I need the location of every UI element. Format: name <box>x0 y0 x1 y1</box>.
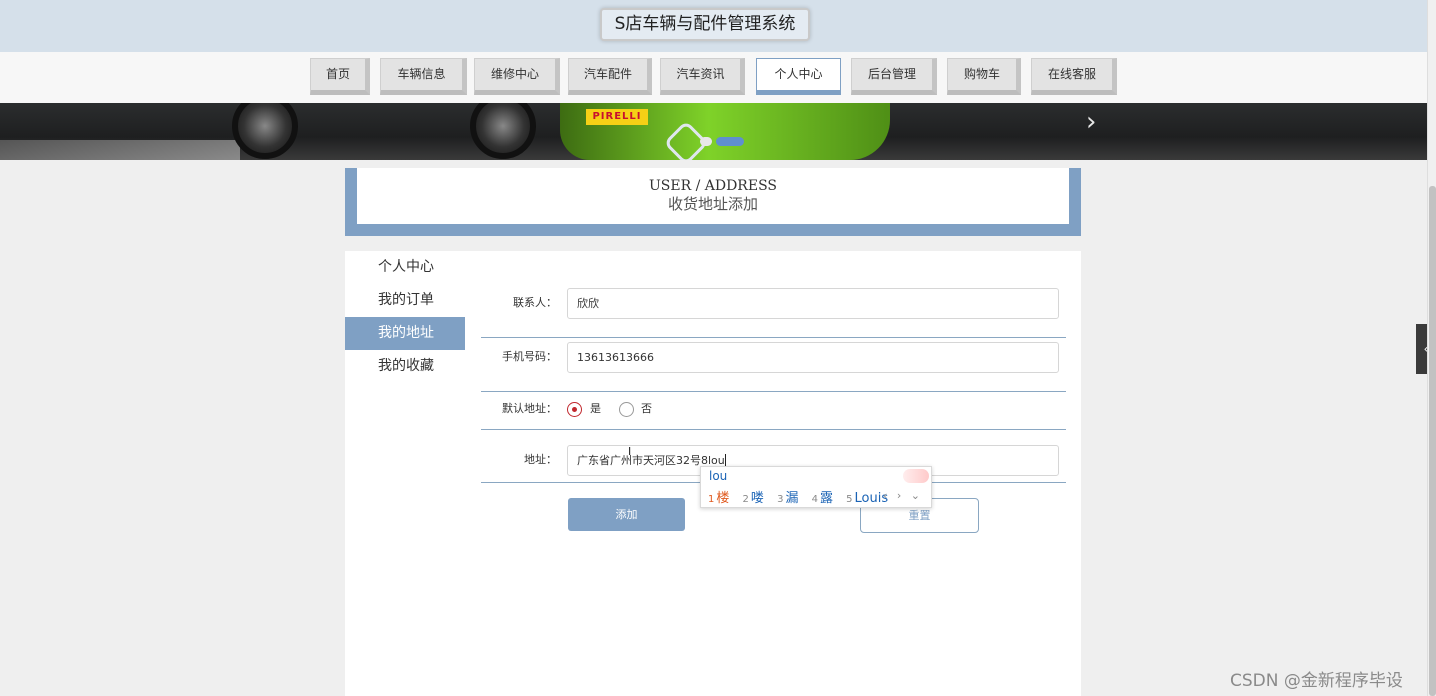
add-button[interactable]: 添加 <box>568 498 685 531</box>
page-scrollbar[interactable] <box>1427 0 1436 696</box>
page-title-box: USER / ADDRESS 收货地址添加 <box>345 168 1081 236</box>
nav-item-online-service[interactable]: 在线客服 <box>1031 58 1117 95</box>
default-yes-radio[interactable] <box>567 402 582 417</box>
sidebar-item-favorites[interactable]: 我的收藏 <box>345 350 465 383</box>
page-title-en: USER / ADDRESS <box>648 178 778 194</box>
phone-input[interactable]: 13613613666 <box>567 342 1059 373</box>
default-yes-label[interactable]: 是 <box>590 394 601 424</box>
text-cursor-icon: I <box>628 445 632 458</box>
sidebar-item-user-center[interactable]: 个人中心 <box>345 251 465 284</box>
banner-brand: PIRELLI <box>586 109 648 125</box>
default-address-label: 默认地址： <box>502 402 557 415</box>
nav-item-vehicles[interactable]: 车辆信息 <box>380 58 467 95</box>
default-no-radio[interactable] <box>619 402 634 417</box>
contact-label: 联系人： <box>513 296 557 309</box>
form-row-default: 默认地址： 是 否 <box>481 392 1066 430</box>
header: S店车辆与配件管理系统 <box>0 0 1427 52</box>
nav-item-repair[interactable]: 维修中心 <box>474 58 560 95</box>
page-title-inner: USER / ADDRESS 收货地址添加 <box>357 168 1069 224</box>
ime-candidate-window: lou 1楼 2喽 3漏 4露 5 Louis ‹ › ⌄ <box>700 466 932 508</box>
ime-candidate-1[interactable]: 1楼 <box>708 487 729 506</box>
banner-road <box>0 140 240 160</box>
default-no-label[interactable]: 否 <box>641 394 652 424</box>
ime-candidate-2[interactable]: 2喽 <box>743 487 764 506</box>
ime-candidate-4[interactable]: 4露 <box>812 487 833 506</box>
ime-candidate-3[interactable]: 3漏 <box>777 487 798 506</box>
address-label: 地址： <box>524 453 557 466</box>
csdn-watermark: CSDN @金新程序毕设 <box>1230 671 1403 691</box>
contact-input[interactable]: 欣欣 <box>567 288 1059 319</box>
text-caret <box>724 454 726 466</box>
ime-candidate-list: 1楼 2喽 3漏 4露 5 Louis <box>708 487 897 506</box>
nav-item-admin[interactable]: 后台管理 <box>851 58 937 95</box>
ime-composition: lou <box>709 469 728 483</box>
form-row-contact: 联系人： 欣欣 <box>481 286 1066 338</box>
carousel-dot-2[interactable] <box>716 137 744 146</box>
sidebar-item-orders[interactable]: 我的订单 <box>345 284 465 317</box>
ime-candidate-5[interactable]: 5 Louis <box>846 491 888 506</box>
banner-carousel: PIRELLI › <box>0 103 1427 160</box>
form-row-phone: 手机号码： 13613613666 <box>481 340 1066 392</box>
site-title: S店车辆与配件管理系统 <box>600 8 810 41</box>
ime-skin-icon <box>903 469 929 483</box>
nav-item-cart[interactable]: 购物车 <box>947 58 1021 95</box>
nav-item-parts[interactable]: 汽车配件 <box>568 58 652 95</box>
carousel-dot-1[interactable] <box>700 137 712 146</box>
nav-item-home[interactable]: 首页 <box>310 58 370 95</box>
banner-wheel-mid <box>470 103 536 159</box>
user-side-menu: 个人中心 我的订单 我的地址 我的收藏 <box>345 251 465 383</box>
sidebar-item-address[interactable]: 我的地址 <box>345 317 465 350</box>
banner-wheel-left <box>232 103 298 159</box>
nav-item-news[interactable]: 汽车资讯 <box>660 58 745 95</box>
page-title-cn: 收货地址添加 <box>667 195 758 213</box>
main-nav: 首页 车辆信息 维修中心 汽车配件 汽车资讯 个人中心 后台管理 购物车 在线客… <box>0 52 1427 103</box>
scrollbar-thumb[interactable] <box>1429 186 1436 696</box>
carousel-next-icon[interactable]: › <box>1086 109 1096 135</box>
nav-item-user-center[interactable]: 个人中心 <box>756 58 841 95</box>
ime-page-nav-icon[interactable]: ‹ › ⌄ <box>883 489 923 502</box>
phone-label: 手机号码： <box>502 350 557 363</box>
